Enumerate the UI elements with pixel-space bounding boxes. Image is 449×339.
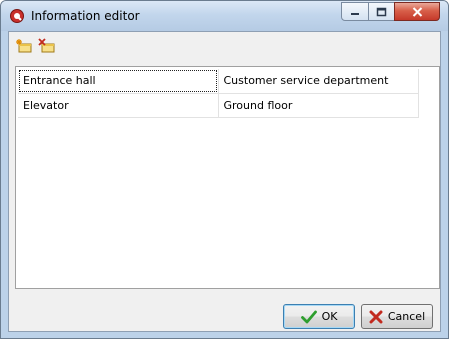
add-row-icon bbox=[16, 39, 32, 53]
restore-icon bbox=[376, 7, 387, 16]
add-row-button[interactable] bbox=[15, 38, 33, 54]
maximize-button[interactable] bbox=[368, 2, 395, 21]
checkmark-icon bbox=[300, 310, 317, 323]
ok-button[interactable]: OK bbox=[283, 304, 355, 329]
dialog-window: Information editor Entrance hall Custome… bbox=[0, 0, 449, 339]
dialog-client-area: Entrance hall Customer service departmen… bbox=[8, 31, 441, 332]
grid-cell[interactable]: Customer service department bbox=[218, 69, 419, 94]
grid-cell[interactable]: Ground floor bbox=[218, 93, 419, 118]
grid-cell[interactable]: Elevator bbox=[18, 93, 219, 118]
delete-row-icon bbox=[38, 38, 55, 53]
minimize-button[interactable] bbox=[341, 2, 369, 21]
ok-button-label: OK bbox=[321, 310, 338, 323]
close-button[interactable] bbox=[394, 2, 440, 21]
close-icon bbox=[412, 6, 422, 17]
cancel-button[interactable]: Cancel bbox=[361, 304, 433, 329]
table-row[interactable]: Entrance hall Customer service departmen… bbox=[18, 69, 419, 94]
info-grid[interactable]: Entrance hall Customer service departmen… bbox=[15, 66, 440, 289]
minimize-icon bbox=[351, 12, 359, 15]
title-bar[interactable]: Information editor bbox=[1, 1, 448, 31]
app-icon bbox=[10, 9, 24, 23]
cancel-button-label: Cancel bbox=[387, 310, 426, 323]
toolbar bbox=[9, 32, 440, 62]
info-table: Entrance hall Customer service departmen… bbox=[18, 69, 419, 118]
cancel-x-icon bbox=[369, 310, 383, 323]
delete-row-button[interactable] bbox=[38, 38, 56, 54]
grid-cell[interactable]: Entrance hall bbox=[18, 69, 219, 94]
window-title: Information editor bbox=[31, 9, 140, 23]
table-row[interactable]: Elevator Ground floor bbox=[18, 93, 419, 118]
